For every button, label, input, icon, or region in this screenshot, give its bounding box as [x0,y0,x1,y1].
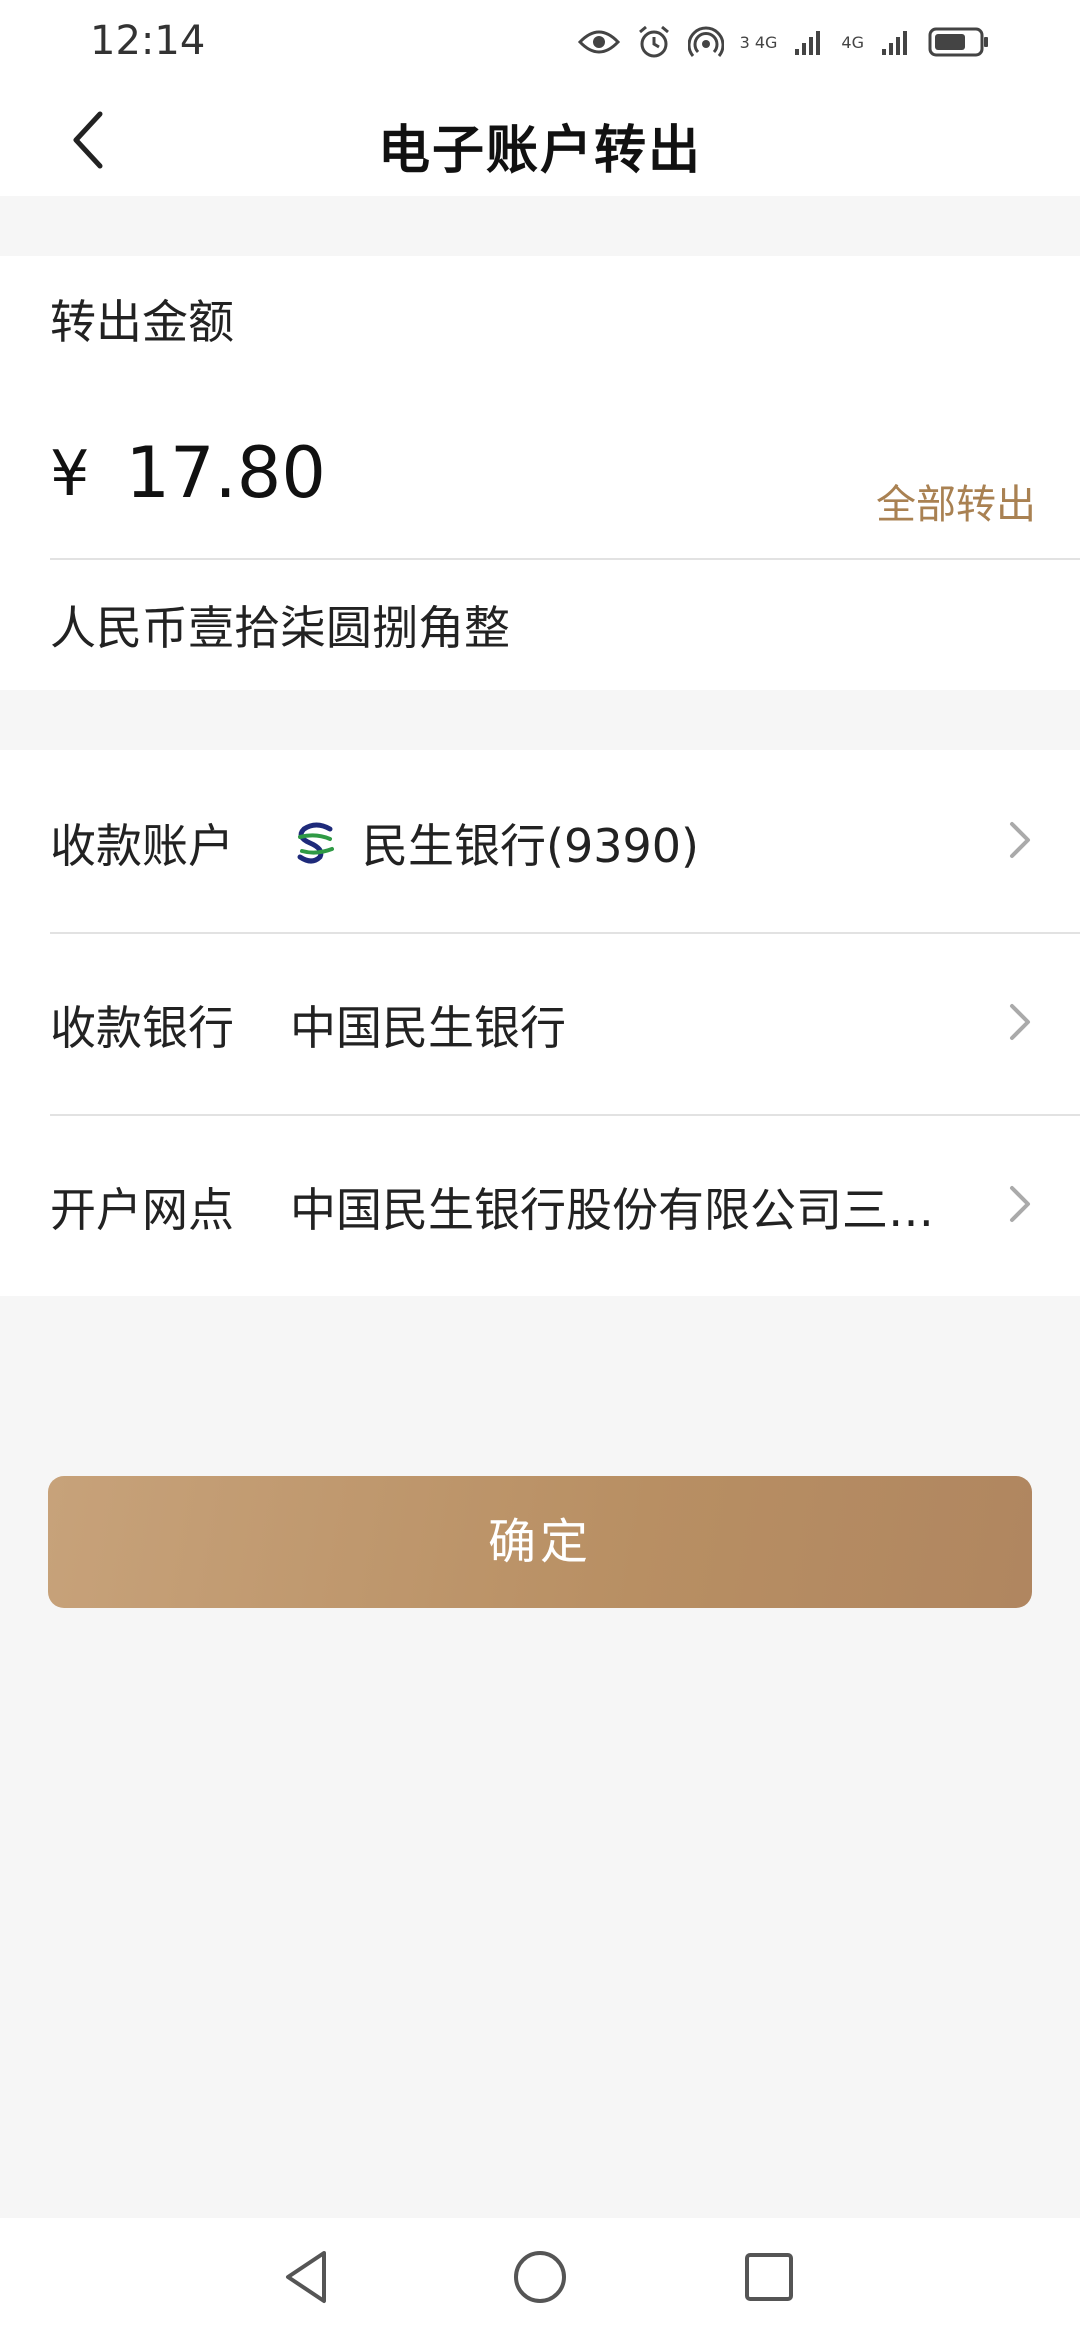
page-title: 电子账户转出 [377,121,702,181]
amount-in-words: 人民币壹拾柒圆捌角整 [50,601,510,655]
chevron-right-icon [1010,1004,1030,1040]
minsheng-bank-logo-icon [297,822,334,864]
chevron-right-icon [1010,822,1030,858]
row-branch[interactable]: 开户网点 中国民生银行股份有限公司三… [0,1114,1080,1296]
amount-label: 转出金额 [50,295,234,349]
row-label: 收款银行 [50,1001,234,1055]
transfer-all-link[interactable]: 全部转出 [876,472,1036,530]
row-value: 民生银行(9390) [290,810,699,876]
network-label-1: 3 4G [739,32,778,52]
network-label-2: 4G [841,32,864,52]
amount-input[interactable]: ¥ 17.80 [50,418,326,528]
signal-icon [882,31,907,55]
signal-icon [795,31,821,55]
row-value-text: 中国民生银行 [290,1001,566,1055]
currency-symbol: ¥ [50,436,90,510]
recents-square-icon [745,2253,793,2301]
row-label: 收款账户 [50,819,234,873]
status-icons: 3 4G 4G [577,18,990,66]
home-circle-icon [514,2251,566,2303]
system-back-button[interactable] [272,2242,342,2312]
system-nav-bar [0,2218,1080,2340]
amount-value: 17.80 [125,432,326,514]
status-bar: 12:14 3 4G 4G [0,0,1080,84]
system-recents-button[interactable] [734,2242,804,2312]
confirm-button[interactable]: 确定 [48,1476,1032,1608]
row-label: 开户网点 [50,1183,234,1237]
divider [50,558,1080,560]
row-receiving-account[interactable]: 收款账户 民生银行(9390) [0,750,1080,932]
back-triangle-icon [286,2251,326,2303]
nav-bar: 电子账户转出 [0,84,1080,196]
battery-icon [928,27,988,57]
row-value-text: 民生银行(9390) [362,819,699,873]
system-home-button[interactable] [505,2242,575,2312]
account-details-card: 收款账户 民生银行(9390) 收款银行 中国民生银行 开户网点 中国民生银行股… [0,750,1080,1296]
eye-icon [577,30,620,54]
row-value: 中国民生银行 [290,992,566,1058]
row-receiving-bank[interactable]: 收款银行 中国民生银行 [0,932,1080,1114]
row-value-text: 中国民生银行股份有限公司三… [290,1183,934,1237]
row-value: 中国民生银行股份有限公司三… [290,1174,934,1240]
chevron-right-icon [1010,1186,1030,1222]
hotspot-icon [687,26,724,57]
status-time: 12:14 [90,18,206,64]
alarm-icon [638,25,669,58]
